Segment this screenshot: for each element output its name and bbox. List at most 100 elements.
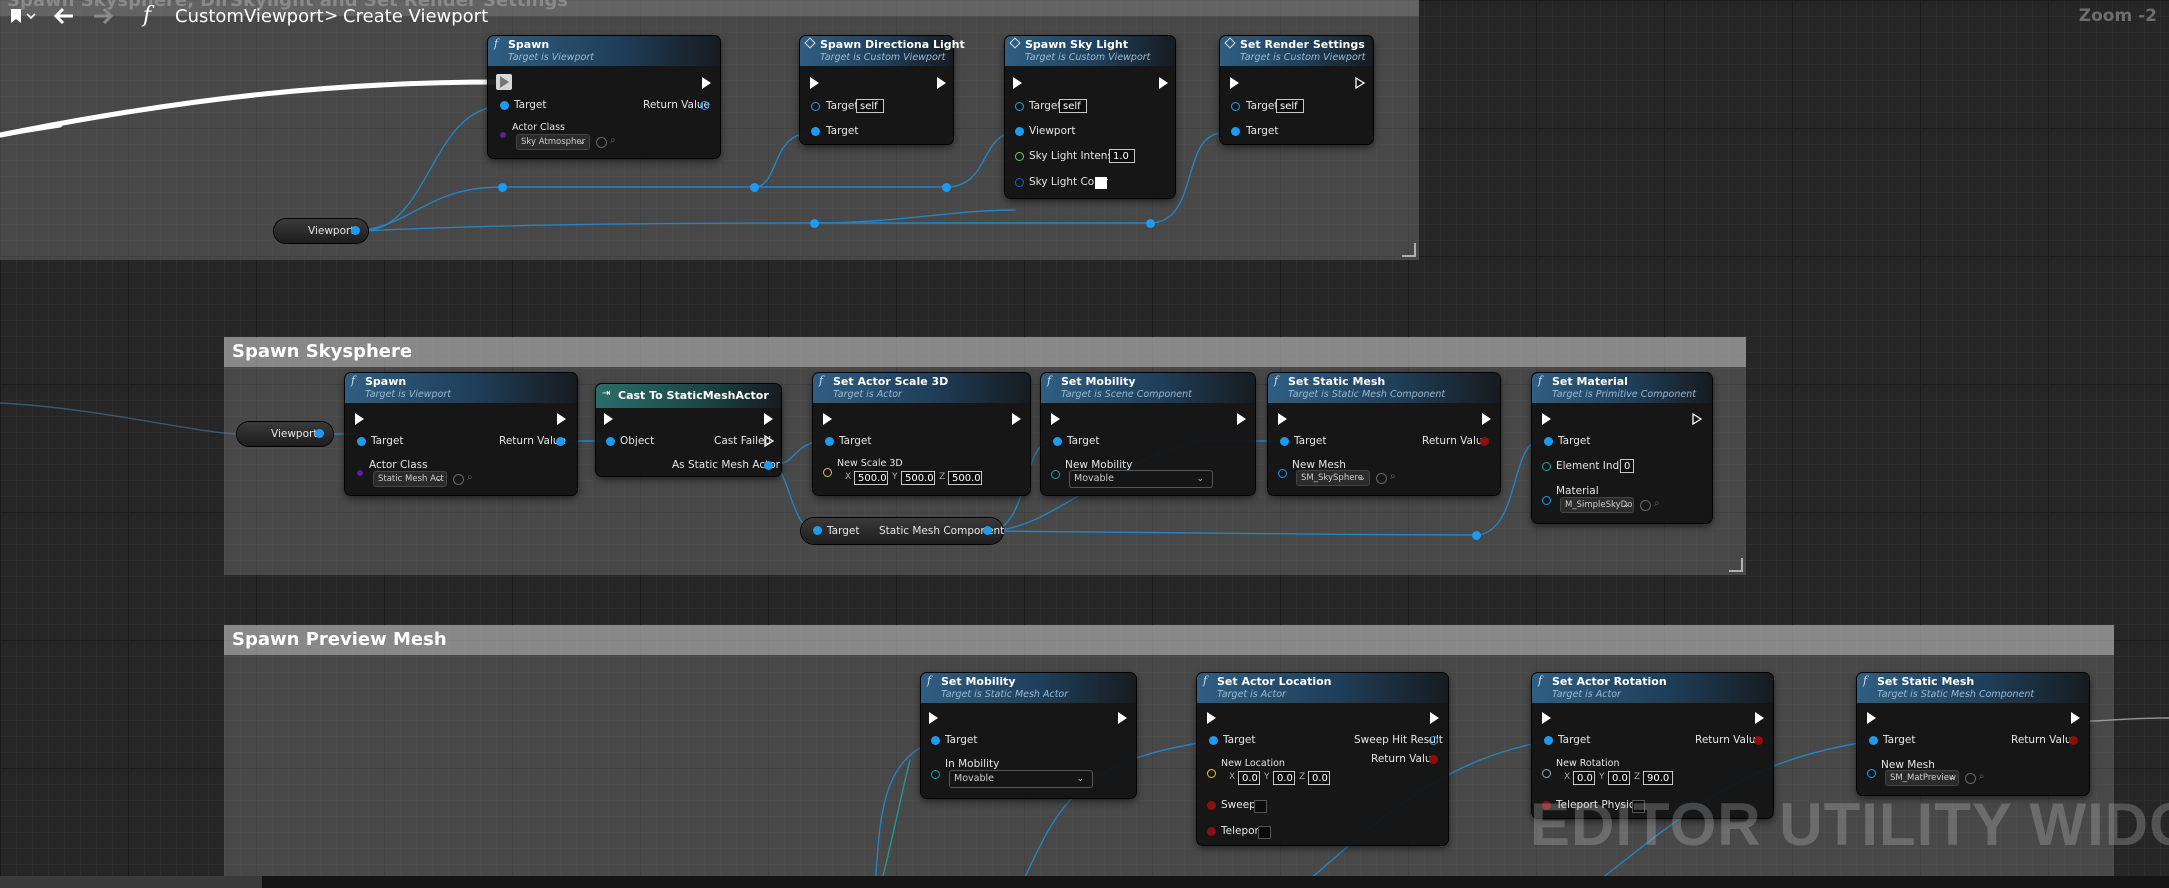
reroute-node[interactable] (1472, 531, 1481, 540)
target-pin[interactable] (1209, 736, 1218, 745)
location-pin[interactable] (1207, 769, 1216, 778)
material-pin[interactable] (1542, 496, 1551, 505)
actor-class-dropdown[interactable]: Static Mesh Act ⌄ (373, 471, 447, 487)
mobility-dropdown[interactable]: Movable ⌄ (1069, 470, 1213, 488)
spawn-sky-light-node[interactable]: Spawn Sky Light Target is Custom Viewpor… (1005, 36, 1175, 198)
exec-out-pin[interactable] (1118, 712, 1127, 724)
exec-out-pin[interactable] (764, 413, 773, 425)
teleport-checkbox[interactable] (1258, 826, 1271, 839)
cast-failed-pin[interactable] (764, 435, 774, 447)
search-icon[interactable]: ⌕ (610, 135, 616, 146)
reroute-node[interactable] (942, 183, 951, 192)
location-y-input[interactable]: 0.0 (1273, 771, 1295, 785)
target-pin[interactable] (931, 736, 940, 745)
exec-out-pin-unconnected[interactable] (1692, 413, 1702, 425)
output-pin[interactable] (351, 226, 360, 235)
return-value-pin[interactable] (556, 437, 565, 446)
actor-class-pin[interactable] (357, 470, 363, 476)
search-icon[interactable]: ⌕ (467, 472, 473, 483)
browse-icon[interactable] (1965, 773, 1976, 784)
spawn-node[interactable]: f Spawn Target is Viewport Target Return… (488, 36, 720, 158)
target-pin[interactable] (1231, 102, 1240, 111)
material-dropdown[interactable]: M_SimpleSkyDo ⌄ (1560, 497, 1634, 513)
target-pin[interactable] (1544, 736, 1553, 745)
target2-pin[interactable] (1231, 127, 1240, 136)
as-actor-pin[interactable] (764, 461, 773, 470)
browse-icon[interactable] (453, 474, 464, 485)
breadcrumb-graph[interactable]: Create Viewport (343, 6, 488, 27)
set-static-mesh-node[interactable]: f Set Static Mesh Target is Static Mesh … (1268, 373, 1500, 495)
exec-out-pin[interactable] (1755, 712, 1764, 724)
sweep-checkbox[interactable] (1254, 800, 1267, 813)
set-actor-location-node[interactable]: f Set Actor Location Target is Actor Tar… (1197, 673, 1448, 845)
rotation-pin[interactable] (1542, 769, 1551, 778)
intensity-pin[interactable] (1015, 152, 1024, 161)
exec-out-pin[interactable] (937, 77, 946, 89)
bookmark-icon[interactable] (8, 6, 38, 30)
viewport-variable-node[interactable]: Viewport (274, 219, 368, 243)
cast-to-static-mesh-actor-node[interactable]: ⇥ Cast To StaticMeshActor Object Cast Fa… (596, 384, 781, 476)
actor-class-pin[interactable] (500, 132, 506, 138)
exec-in-pin[interactable] (929, 712, 938, 724)
self-value[interactable]: self (1059, 99, 1087, 113)
exec-out-pin[interactable] (702, 77, 711, 89)
mesh-pin[interactable] (1867, 769, 1876, 778)
self-value[interactable]: self (1276, 99, 1304, 113)
sweep-hit-pin[interactable] (1429, 736, 1438, 745)
sweep-pin[interactable] (1207, 801, 1216, 810)
target2-pin[interactable] (811, 127, 820, 136)
browse-icon[interactable] (1640, 500, 1651, 511)
return-value-pin[interactable] (700, 101, 709, 110)
return-value-pin[interactable] (2069, 736, 2078, 745)
exec-in-pin[interactable] (1542, 712, 1551, 724)
target-pin[interactable] (813, 526, 822, 535)
teleport-pin[interactable] (1207, 827, 1216, 836)
mobility-pin[interactable] (1051, 470, 1060, 479)
set-mobility-node[interactable]: f Set Mobility Target is Scene Component… (1041, 373, 1255, 495)
exec-out-pin[interactable] (1430, 712, 1439, 724)
exec-in-pin[interactable] (355, 413, 364, 425)
mesh-dropdown[interactable]: SM_SkySphere ⌄ (1296, 470, 1370, 486)
breadcrumb-function[interactable]: CustomViewport (175, 6, 324, 27)
browse-icon[interactable] (596, 137, 607, 148)
target-pin[interactable] (811, 102, 820, 111)
forward-arrow-icon[interactable] (91, 6, 115, 30)
bottom-tab[interactable] (0, 876, 262, 888)
color-swatch[interactable] (1095, 177, 1107, 189)
exec-in-pin[interactable] (823, 413, 832, 425)
spawn-node[interactable]: f Spawn Target is Viewport Target Return… (345, 373, 577, 495)
set-material-node[interactable]: f Set Material Target is Primitive Compo… (1532, 373, 1712, 523)
exec-in-pin[interactable] (810, 77, 819, 89)
search-icon[interactable]: ⌕ (1979, 771, 1985, 782)
search-icon[interactable]: ⌕ (1390, 471, 1396, 482)
location-z-input[interactable]: 0.0 (1308, 771, 1330, 785)
reroute-node[interactable] (498, 183, 507, 192)
element-index-input[interactable]: 0 (1620, 459, 1634, 473)
back-arrow-icon[interactable] (52, 6, 76, 30)
mobility-dropdown[interactable]: Movable ⌄ (949, 770, 1093, 788)
scale-pin[interactable] (823, 468, 832, 477)
viewport-variable-node[interactable]: Viewport (237, 422, 333, 446)
actor-class-dropdown[interactable]: Sky Atmospher ⌄ (516, 134, 590, 150)
mesh-pin[interactable] (1278, 469, 1287, 478)
target-pin[interactable] (1015, 102, 1024, 111)
reroute-node[interactable] (750, 183, 759, 192)
target-pin[interactable] (1280, 437, 1289, 446)
get-static-mesh-component-node[interactable]: Target Static Mesh Component (801, 518, 1004, 544)
exec-in-pin[interactable] (1278, 413, 1287, 425)
target-pin[interactable] (825, 437, 834, 446)
exec-out-pin[interactable] (1159, 77, 1168, 89)
mesh-dropdown[interactable]: SM_MatPreview ⌄ (1885, 770, 1959, 786)
return-value-pin[interactable] (1754, 736, 1763, 745)
object-pin[interactable] (606, 437, 615, 446)
exec-out-pin[interactable] (1237, 413, 1246, 425)
exec-in-pin[interactable] (1542, 413, 1551, 425)
return-value-pin[interactable] (1480, 437, 1489, 446)
scale-z-input[interactable]: 500.0 (948, 471, 982, 485)
location-x-input[interactable]: 0.0 (1238, 771, 1260, 785)
set-static-mesh-node[interactable]: f Set Static Mesh Target is Static Mesh … (1857, 673, 2089, 795)
exec-in-pin-highlighted[interactable] (496, 74, 512, 90)
set-mobility-node[interactable]: f Set Mobility Target is Static Mesh Act… (921, 673, 1136, 798)
viewport-pin[interactable] (1015, 127, 1024, 136)
target-pin[interactable] (1869, 736, 1878, 745)
